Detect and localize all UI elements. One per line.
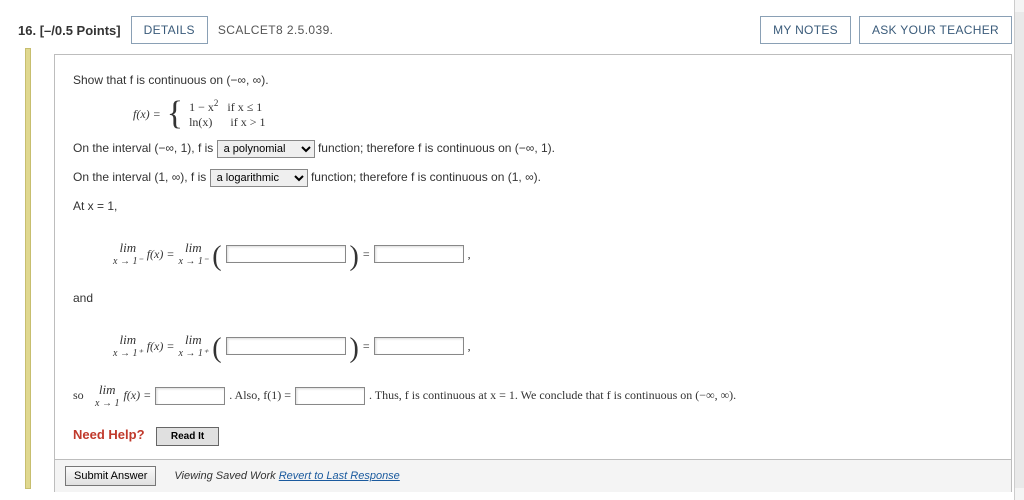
question-source: SCALCET8 2.5.039. (218, 23, 334, 37)
left-limit-expression-input[interactable] (226, 245, 346, 263)
function-type-select-2[interactable]: a polynomiala rationala logarithmican ex… (210, 169, 308, 187)
and-text: and (73, 287, 993, 310)
prompt-text: Show that f is continuous on (−∞, ∞). (73, 69, 993, 92)
need-help-label: Need Help? (73, 427, 145, 442)
interval-statement-2: On the interval (1, ∞), f is a polynomia… (73, 166, 993, 189)
question-number: 16. [–/0.5 Points] (18, 23, 121, 38)
left-limit-value-input[interactable] (374, 245, 464, 263)
piecewise-definition: f(x) = { 1 − x2 if x ≤ 1 ln(x) if x > 1 (133, 98, 993, 131)
function-type-select-1[interactable]: a polynomiala rationala logarithmican ex… (217, 140, 315, 158)
f-of-1-input[interactable] (295, 387, 365, 405)
vertical-scrollbar[interactable] (1014, 0, 1024, 500)
right-limit-value-input[interactable] (374, 337, 464, 355)
right-limit-row: limx → 1⁺ f(x) = limx → 1⁺ ( ) = , (113, 319, 993, 372)
details-button[interactable]: DETAILS (131, 16, 208, 44)
question-header: 16. [–/0.5 Points] DETAILS SCALCET8 2.5.… (12, 8, 1012, 54)
interval-statement-1: On the interval (−∞, 1), f is a polynomi… (73, 137, 993, 160)
two-sided-limit-input[interactable] (155, 387, 225, 405)
revert-link[interactable]: Revert to Last Response (279, 470, 400, 482)
right-limit-expression-input[interactable] (226, 337, 346, 355)
conclusion-row: so limx → 1 f(x) = . Also, f(1) = . Thus… (73, 383, 993, 409)
viewing-saved-work: Viewing Saved Work Revert to Last Respon… (174, 470, 399, 482)
submit-answer-button[interactable]: Submit Answer (65, 466, 156, 486)
read-it-button[interactable]: Read It (156, 427, 219, 446)
question-panel: Show that f is continuous on (−∞, ∞). f(… (54, 54, 1012, 492)
left-limit-row: limx → 1⁻ f(x) = limx → 1⁻ ( ) = , (113, 227, 993, 280)
question-footer: Submit Answer Viewing Saved Work Revert … (55, 459, 1011, 492)
at-x-equals-1: At x = 1, (73, 195, 993, 218)
need-help-row: Need Help? Read It (73, 423, 993, 448)
question-accent-strip (25, 48, 31, 489)
ask-your-teacher-button[interactable]: ASK YOUR TEACHER (859, 16, 1012, 44)
my-notes-button[interactable]: MY NOTES (760, 16, 851, 44)
